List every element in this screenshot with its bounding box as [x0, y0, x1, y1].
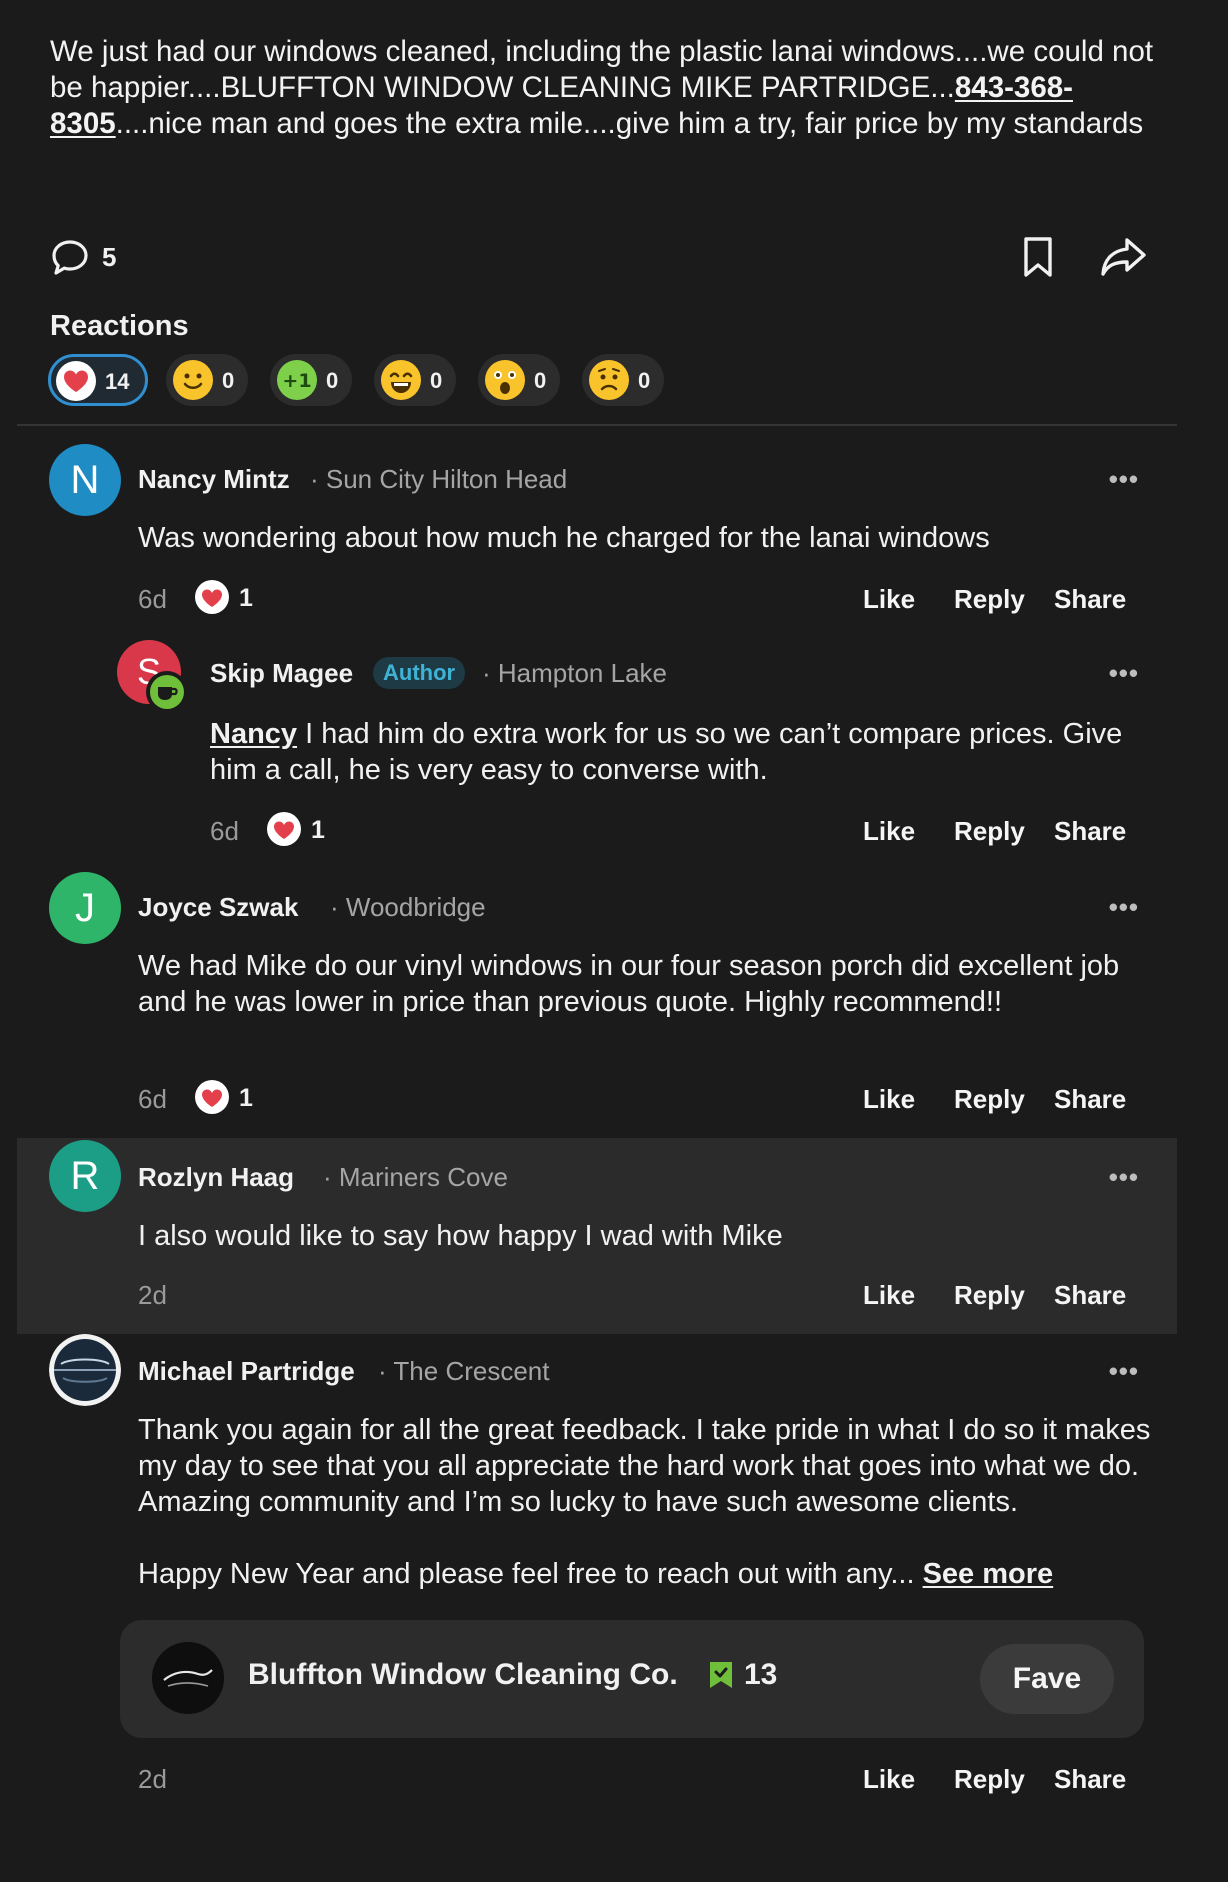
like-button[interactable]: Like — [863, 1280, 915, 1311]
reaction-laugh[interactable]: 0 — [374, 354, 456, 406]
laugh-emoji-icon — [381, 360, 421, 400]
commenter-name[interactable]: Skip Magee — [210, 658, 353, 689]
coffee-badge-icon — [146, 671, 188, 713]
fave-ribbon-icon — [710, 1662, 732, 1688]
comment-text-truncated: Happy New Year and please feel free to r… — [138, 1558, 915, 1590]
share-button[interactable]: Share — [1054, 1280, 1126, 1311]
see-more-link[interactable]: See more — [923, 1558, 1054, 1590]
reply-button[interactable]: Reply — [954, 1764, 1025, 1795]
share-button[interactable]: Share — [1054, 1084, 1126, 1115]
business-card[interactable]: Bluffton Window Cleaning Co. 13 Fave — [120, 1620, 1144, 1738]
comment-text: Thank you again for all the great feedba… — [138, 1414, 1151, 1518]
comment: N Nancy Mintz · Sun City Hilton Head •••… — [17, 430, 1177, 630]
reaction-count: 0 — [534, 368, 547, 393]
like-button[interactable]: Like — [863, 584, 915, 615]
comment-time: 2d — [138, 1764, 167, 1794]
comment-text: Nancy I had him do extra work for us so … — [210, 716, 1170, 788]
comment-text: Was wondering about how much he charged … — [138, 522, 990, 554]
share-button[interactable]: Share — [1054, 816, 1126, 847]
smile-emoji-icon — [173, 360, 213, 400]
comment-text: We had Mike do our vinyl windows in our … — [138, 950, 1120, 1018]
reaction-sad[interactable]: 0 — [582, 354, 664, 406]
more-options-icon[interactable]: ••• — [1109, 658, 1139, 689]
sad-emoji-icon — [589, 360, 629, 400]
share-button[interactable]: Share — [1054, 584, 1126, 615]
comment-reply: S Skip Magee Author · Hampton Lake ••• N… — [17, 630, 1177, 860]
bookmark-icon[interactable] — [1016, 234, 1060, 280]
reaction-surprised[interactable]: 0 — [478, 354, 560, 406]
comment: J Joyce Szwak · Woodbridge ••• We had Mi… — [17, 860, 1177, 1138]
reaction-smile[interactable]: 0 — [166, 354, 248, 406]
heart-icon — [56, 361, 96, 401]
commenter-location[interactable]: · Hampton Lake — [482, 658, 667, 689]
like-button[interactable]: Like — [863, 1084, 915, 1115]
reply-button[interactable]: Reply — [954, 1280, 1025, 1311]
comment-time: 6d — [138, 1084, 167, 1114]
reaction-count: 0 — [222, 368, 235, 393]
comment-text-line: Happy New Year and please feel free to r… — [138, 1556, 1178, 1592]
reaction-count: 0 — [326, 368, 339, 393]
post-actions: 5 — [48, 232, 1148, 282]
avatar[interactable]: R — [49, 1140, 121, 1212]
commenter-name[interactable]: Nancy Mintz — [138, 464, 290, 495]
comment-icon[interactable] — [48, 236, 92, 280]
commenter-name[interactable]: Joyce Szwak — [138, 892, 298, 923]
divider — [17, 424, 1177, 426]
reaction-plus-one[interactable]: +1 0 — [270, 354, 352, 406]
reply-button[interactable]: Reply — [954, 584, 1025, 615]
post-text-part: ....nice man and goes the extra mile....… — [115, 107, 1144, 140]
heart-icon[interactable] — [195, 1080, 229, 1114]
comment-highlighted: R Rozlyn Haag · Mariners Cove ••• I also… — [17, 1138, 1177, 1334]
author-badge: Author — [373, 657, 466, 689]
heart-count: 1 — [311, 816, 325, 844]
surprised-emoji-icon — [485, 360, 525, 400]
reply-button[interactable]: Reply — [954, 1084, 1025, 1115]
comment-count: 5 — [102, 242, 117, 272]
reaction-count: 14 — [105, 369, 130, 394]
comment-time: 2d — [138, 1280, 167, 1310]
commenter-location[interactable]: · The Crescent — [378, 1356, 549, 1387]
comment-text-body: I had him do extra work for us so we can… — [210, 718, 1123, 786]
share-icon[interactable] — [1100, 234, 1148, 280]
heart-count: 1 — [239, 1084, 253, 1112]
business-logo — [152, 1642, 224, 1714]
reaction-heart[interactable]: 14 — [48, 354, 148, 406]
reaction-count: 0 — [430, 368, 443, 393]
like-button[interactable]: Like — [863, 816, 915, 847]
more-options-icon[interactable]: ••• — [1109, 464, 1139, 495]
avatar[interactable]: J — [49, 872, 121, 944]
post-body: We just had our windows cleaned, includi… — [50, 34, 1160, 142]
reply-button[interactable]: Reply — [954, 816, 1025, 847]
avatar[interactable] — [49, 1334, 121, 1406]
plus-one-icon: +1 — [277, 360, 317, 400]
commenter-name[interactable]: Rozlyn Haag — [138, 1162, 294, 1193]
like-button[interactable]: Like — [863, 1764, 915, 1795]
comment-time: 6d — [210, 816, 239, 846]
commenter-location[interactable]: · Sun City Hilton Head — [310, 464, 567, 495]
mention-link[interactable]: Nancy — [210, 718, 297, 750]
commenter-location[interactable]: · Woodbridge — [330, 892, 486, 923]
more-options-icon[interactable]: ••• — [1109, 1356, 1139, 1387]
comment-time: 6d — [138, 584, 167, 614]
heart-count: 1 — [239, 584, 253, 612]
reaction-count: 0 — [638, 368, 651, 393]
commenter-location[interactable]: · Mariners Cove — [323, 1162, 508, 1193]
comment-text: I also would like to say how happy I wad… — [138, 1220, 783, 1252]
more-options-icon[interactable]: ••• — [1109, 1162, 1139, 1193]
avatar[interactable]: N — [49, 444, 121, 516]
fave-button[interactable]: Fave — [980, 1644, 1114, 1714]
heart-icon[interactable] — [195, 580, 229, 614]
fave-count: 13 — [744, 1658, 778, 1691]
commenter-name[interactable]: Michael Partridge — [138, 1356, 355, 1387]
comment: Michael Partridge · The Crescent ••• Tha… — [17, 1334, 1177, 1814]
more-options-icon[interactable]: ••• — [1109, 892, 1139, 923]
share-button[interactable]: Share — [1054, 1764, 1126, 1795]
business-name[interactable]: Bluffton Window Cleaning Co. — [248, 1658, 678, 1692]
svg-text:+1: +1 — [282, 370, 311, 392]
heart-icon[interactable] — [267, 812, 301, 846]
reactions-title: Reactions — [50, 310, 189, 342]
